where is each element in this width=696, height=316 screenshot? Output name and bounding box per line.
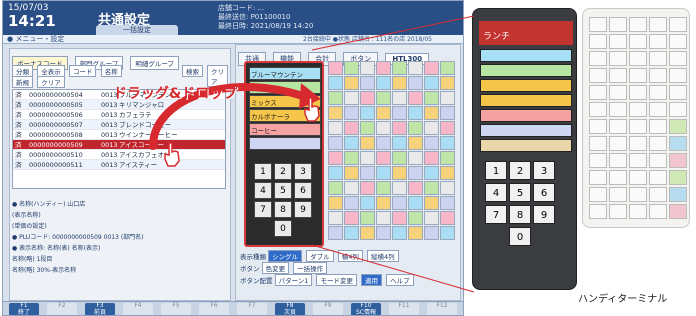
composite-figure: 15/07/03 14:21 共通設定 店舗コード: ... 最終送信: P01… <box>0 0 696 316</box>
connector-lines <box>311 15 475 293</box>
